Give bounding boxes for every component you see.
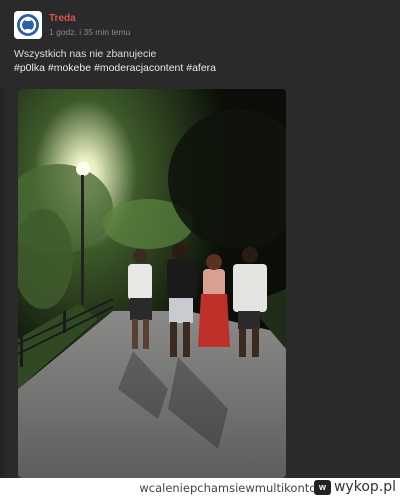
post-time[interactable]: 1 godz. i 35 min temu <box>49 27 130 37</box>
tag-link[interactable]: #mokebe <box>48 62 91 74</box>
wykop-logo-icon: w <box>313 479 331 495</box>
video-embed[interactable] <box>18 89 286 478</box>
tag-link[interactable]: #moderacjacontent <box>94 62 183 74</box>
brand-logo: w wykop.pl <box>313 479 396 495</box>
post-body: Wszystkich nas nie zbanujecie #p0lka #mo… <box>14 47 384 75</box>
avatar-icon <box>14 11 42 39</box>
tag-link[interactable]: #p0lka <box>14 62 45 74</box>
author-name[interactable]: Treda <box>49 13 76 24</box>
watermark-bar: wcaleniepchamsiewmultikonto z w wykop.pl <box>0 478 400 498</box>
avatar[interactable] <box>14 11 42 39</box>
tag-list: #p0lka #mokebe #moderacjacontent #afera <box>14 61 384 75</box>
thread-line <box>0 88 4 478</box>
watermark-text: wcaleniepchamsiewmultikonto z <box>139 481 326 495</box>
video-frame <box>18 89 286 478</box>
post-card: Treda 1 godz. i 35 min temu Wszystkich n… <box>0 0 400 478</box>
brand-name: wykop.pl <box>333 479 396 495</box>
tag-link[interactable]: #afera <box>186 62 216 74</box>
post-text: Wszystkich nas nie zbanujecie <box>14 48 157 60</box>
watermark-username: wcaleniepchamsiewmultikonto <box>139 481 317 495</box>
